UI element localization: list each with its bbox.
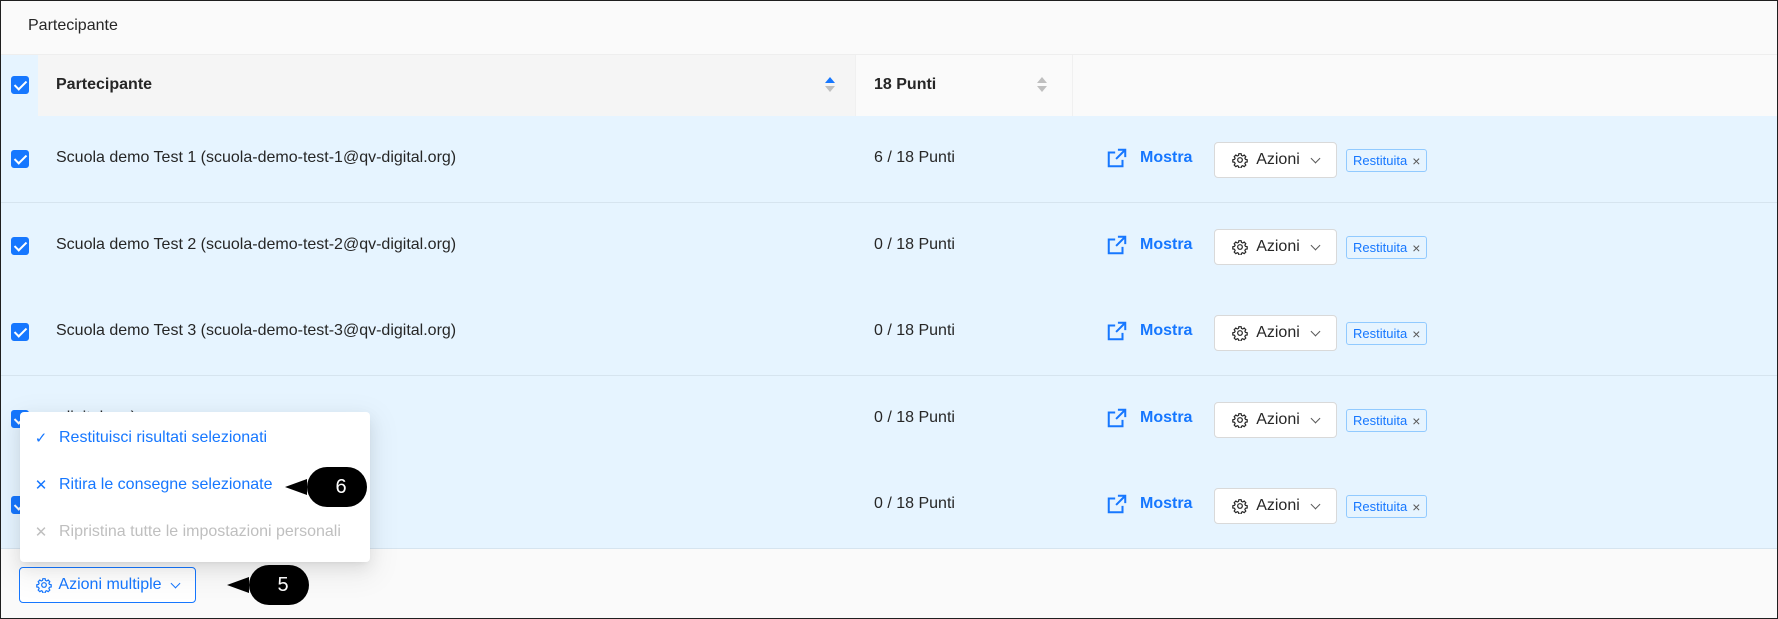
- menu-item-label: Ripristina tutte le impostazioni persona…: [59, 523, 341, 540]
- show-link[interactable]: Mostra: [1106, 143, 1192, 173]
- column-header-points[interactable]: 18 Punti: [856, 55, 1073, 116]
- check-icon: ✓: [34, 430, 48, 447]
- menu-item-label: Ritira le consegne selezionate: [59, 476, 273, 493]
- chevron-down-icon: [1310, 413, 1321, 423]
- participant-name: Scuola demo Test 2 (scuola-demo-test-2@q…: [56, 236, 457, 253]
- chevron-down-icon: [1310, 326, 1321, 336]
- menu-item[interactable]: ✓ Restituisci risultati selezionati: [20, 418, 370, 458]
- column-header-participant-label: Partecipante: [56, 76, 153, 93]
- participant-points: 6 / 18 Punti: [874, 149, 955, 166]
- show-link[interactable]: Mostra: [1106, 403, 1192, 433]
- gear-icon: [1232, 499, 1249, 514]
- status-tag: Restituita ×: [1346, 322, 1428, 345]
- row-actions-label: Azioni: [1256, 151, 1300, 168]
- row-actions-button[interactable]: Azioni: [1214, 229, 1337, 265]
- participant-points: 0 / 18 Punti: [874, 409, 955, 426]
- column-header-participant[interactable]: Partecipante: [38, 55, 856, 116]
- multiple-actions-button[interactable]: Azioni multiple: [19, 567, 196, 603]
- table-row[interactable]: Scuola demo Test 1 (scuola-demo-test-1@q…: [1, 116, 1777, 203]
- row-actions-label: Azioni: [1256, 411, 1300, 428]
- row-checkbox[interactable]: [11, 150, 29, 168]
- close-icon[interactable]: ×: [1412, 413, 1420, 429]
- gear-icon: [36, 578, 53, 593]
- show-link-label: Mostra: [1140, 409, 1193, 426]
- external-link-icon: [1107, 321, 1127, 341]
- chevron-down-icon: [170, 578, 181, 588]
- participant-name: Scuola demo Test 1 (scuola-demo-test-1@q…: [56, 149, 457, 166]
- status-tag: Restituita ×: [1346, 495, 1428, 518]
- chevron-down-icon: [1310, 240, 1321, 250]
- gear-icon: [1232, 413, 1249, 428]
- gear-icon: [1232, 326, 1249, 341]
- callout-number: 6: [307, 467, 367, 507]
- row-actions-button[interactable]: Azioni: [1214, 315, 1337, 351]
- show-link[interactable]: Mostra: [1106, 316, 1192, 346]
- table-row[interactable]: Scuola demo Test 3 (scuola-demo-test-3@q…: [1, 289, 1777, 376]
- row-checkbox[interactable]: [11, 237, 29, 255]
- status-tag: Restituita ×: [1346, 236, 1428, 259]
- close-icon[interactable]: ×: [1412, 153, 1420, 169]
- status-tag-label: Restituita: [1353, 153, 1408, 168]
- sort-icon[interactable]: [1037, 75, 1047, 95]
- external-link-icon: [1107, 148, 1127, 168]
- status-tag: Restituita ×: [1346, 149, 1428, 172]
- row-actions-label: Azioni: [1256, 324, 1300, 341]
- callout-step-6: 6: [285, 467, 367, 507]
- gear-icon: [1232, 240, 1249, 255]
- callout-step-5: 5: [227, 565, 309, 605]
- section-header: Partecipante: [1, 1, 1777, 55]
- close-icon[interactable]: ×: [1412, 326, 1420, 342]
- external-link-icon: [1107, 408, 1127, 428]
- participant-name: Scuola demo Test 3 (scuola-demo-test-3@q…: [56, 322, 457, 339]
- status-tag: Restituita ×: [1346, 409, 1428, 432]
- chevron-down-icon: [1310, 153, 1321, 163]
- section-title: Partecipante: [28, 17, 118, 34]
- row-actions-label: Azioni: [1256, 238, 1300, 255]
- close-icon: ✕: [34, 524, 48, 541]
- close-icon[interactable]: ×: [1412, 499, 1420, 515]
- close-icon[interactable]: ×: [1412, 240, 1420, 256]
- participant-points: 0 / 18 Punti: [874, 322, 955, 339]
- callout-number: 5: [249, 565, 309, 605]
- header-checkbox-cell: [1, 55, 38, 116]
- gear-icon: [1232, 153, 1249, 168]
- menu-item-label: Restituisci risultati selezionati: [59, 429, 268, 446]
- show-link[interactable]: Mostra: [1106, 489, 1192, 519]
- show-link-label: Mostra: [1140, 322, 1193, 339]
- multiple-actions-label: Azioni multiple: [58, 576, 162, 593]
- row-actions-label: Azioni: [1256, 497, 1300, 514]
- external-link-icon: [1107, 235, 1127, 255]
- row-checkbox[interactable]: [11, 323, 29, 341]
- show-link[interactable]: Mostra: [1106, 230, 1192, 260]
- status-tag-label: Restituita: [1353, 240, 1408, 255]
- row-actions-button[interactable]: Azioni: [1214, 488, 1337, 524]
- show-link-label: Mostra: [1140, 495, 1193, 512]
- show-link-label: Mostra: [1140, 236, 1193, 253]
- status-tag-label: Restituita: [1353, 413, 1408, 428]
- sort-icon[interactable]: [825, 75, 835, 95]
- select-all-checkbox[interactable]: [11, 76, 29, 94]
- external-link-icon: [1107, 494, 1127, 514]
- chevron-down-icon: [1310, 499, 1321, 509]
- row-actions-button[interactable]: Azioni: [1214, 142, 1337, 178]
- app-frame: Partecipante Partecipante 18 Punti Scuol…: [0, 0, 1778, 619]
- row-actions-button[interactable]: Azioni: [1214, 402, 1337, 438]
- close-icon: ✕: [34, 477, 48, 494]
- participant-points: 0 / 18 Punti: [874, 495, 955, 512]
- status-tag-label: Restituita: [1353, 326, 1408, 341]
- menu-item: ✕ Ripristina tutte le impostazioni perso…: [20, 512, 370, 552]
- table-row[interactable]: Scuola demo Test 2 (scuola-demo-test-2@q…: [1, 203, 1777, 290]
- table-header: Partecipante 18 Punti: [1, 55, 1777, 116]
- show-link-label: Mostra: [1140, 149, 1193, 166]
- column-header-points-label: 18 Punti: [874, 76, 937, 93]
- status-tag-label: Restituita: [1353, 499, 1408, 514]
- participant-points: 0 / 18 Punti: [874, 236, 955, 253]
